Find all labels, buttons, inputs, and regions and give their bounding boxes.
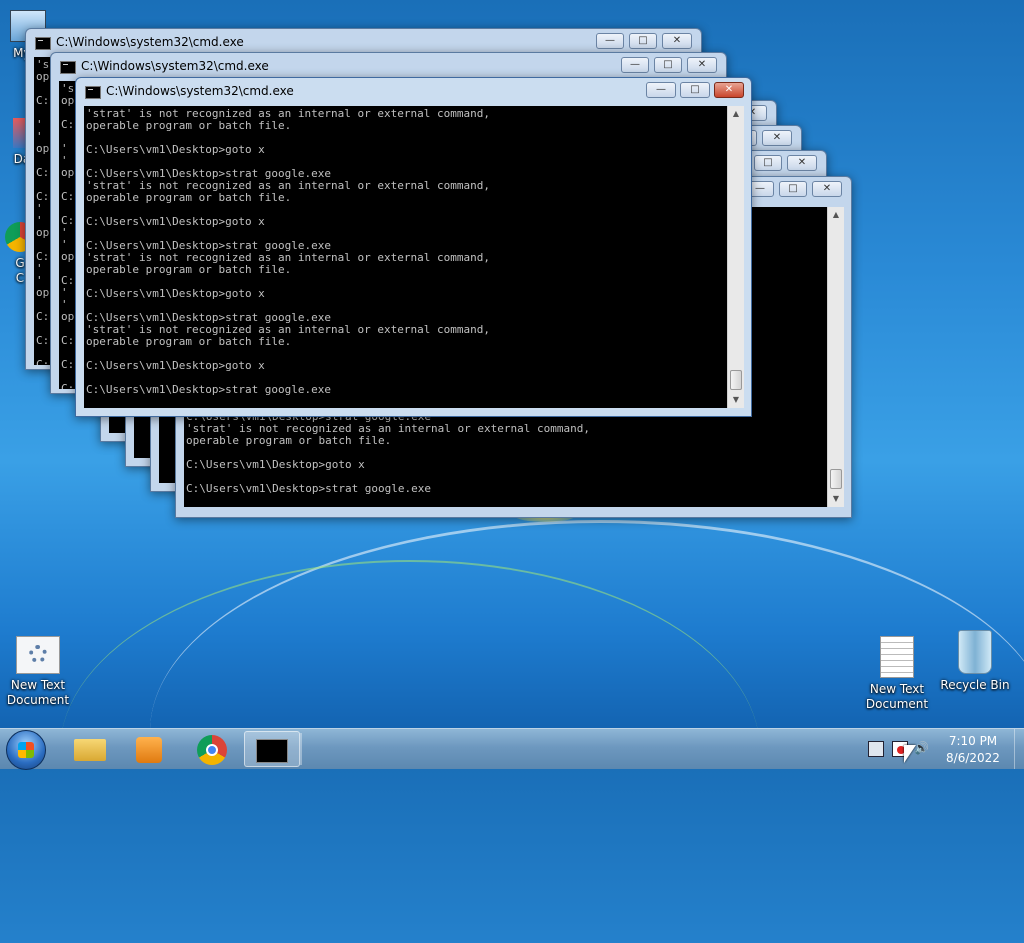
windows-logo-icon (18, 742, 34, 758)
minimize-button[interactable]: — (621, 57, 649, 73)
vertical-scrollbar[interactable]: ▲ ▼ (727, 106, 744, 408)
close-button[interactable]: ✕ (714, 82, 744, 98)
maximize-button[interactable]: □ (680, 82, 710, 98)
volume-icon[interactable]: 🔊 (914, 741, 930, 755)
window-title: C:\Windows\system32\cmd.exe (56, 35, 244, 49)
desktop-icon-label: New Text Document (6, 678, 70, 707)
minimize-button[interactable]: — (596, 33, 624, 49)
maximize-button[interactable]: □ (754, 155, 782, 171)
scroll-down-arrow-icon[interactable]: ▼ (728, 392, 744, 408)
media-player-icon (136, 737, 162, 763)
close-button[interactable]: ✕ (687, 57, 717, 73)
scroll-thumb[interactable] (730, 370, 742, 390)
vertical-scrollbar[interactable]: ▲ ▼ (827, 207, 844, 507)
scroll-up-arrow-icon[interactable]: ▲ (728, 106, 744, 122)
folder-icon (74, 739, 106, 761)
taskbar-media-player-button[interactable] (122, 731, 178, 767)
cmd-icon (35, 37, 51, 50)
clock-date[interactable]: 8/6/2022 (940, 751, 1006, 765)
desktop-icon-new-text-document-2[interactable]: New Text Document (857, 636, 937, 712)
settings-document-icon (16, 636, 60, 674)
scroll-up-arrow-icon[interactable]: ▲ (828, 207, 844, 223)
window-title: C:\Windows\system32\cmd.exe (81, 59, 269, 73)
chrome-icon (197, 735, 227, 765)
scroll-thumb[interactable] (830, 469, 842, 489)
taskbar-explorer-button[interactable] (62, 731, 118, 767)
close-button[interactable]: ✕ (812, 181, 842, 197)
cmd-icon (256, 739, 288, 763)
title-bar[interactable]: C:\Windows\system32\cmd.exe — □ ✕ (76, 78, 751, 106)
maximize-button[interactable]: □ (654, 57, 682, 73)
close-button[interactable]: ✕ (762, 130, 792, 146)
recycle-bin-icon (958, 630, 992, 674)
desktop-icon-recycle-bin[interactable]: Recycle Bin (935, 630, 1015, 693)
console-output[interactable]: 'strat' is not recognized as an internal… (84, 106, 727, 408)
close-button[interactable]: ✕ (662, 33, 692, 49)
desktop-icon-new-text-document[interactable]: New Text Document (0, 636, 78, 708)
desktop-icon-label: New Text Document (865, 682, 929, 711)
text-document-icon (880, 636, 914, 678)
close-button[interactable]: ✕ (787, 155, 817, 171)
taskbar-cmd-button[interactable] (244, 731, 300, 767)
scroll-down-arrow-icon[interactable]: ▼ (828, 491, 844, 507)
clock-time[interactable]: 7:10 PM (940, 734, 1006, 748)
desktop-icon-label: Recycle Bin (940, 678, 1010, 692)
cmd-window-active[interactable]: C:\Windows\system32\cmd.exe — □ ✕ 'strat… (75, 77, 752, 417)
cmd-icon (60, 61, 76, 74)
taskbar: 🔊 7:10 PM 8/6/2022 (0, 728, 1024, 770)
console-text: C:\Users\vm1\Desktop>strat google.exe 's… (186, 411, 590, 495)
minimize-button[interactable]: — (646, 82, 676, 98)
maximize-button[interactable]: □ (629, 33, 657, 49)
taskbar-chrome-button[interactable] (184, 731, 240, 767)
maximize-button[interactable]: □ (779, 181, 807, 197)
taskbar-separator (300, 733, 302, 765)
start-button[interactable] (6, 730, 46, 770)
mouse-cursor-icon (904, 745, 916, 763)
action-center-icon[interactable] (868, 741, 884, 757)
show-desktop-button[interactable] (1014, 729, 1024, 769)
window-title: C:\Windows\system32\cmd.exe (106, 84, 294, 98)
cmd-icon (85, 86, 101, 99)
